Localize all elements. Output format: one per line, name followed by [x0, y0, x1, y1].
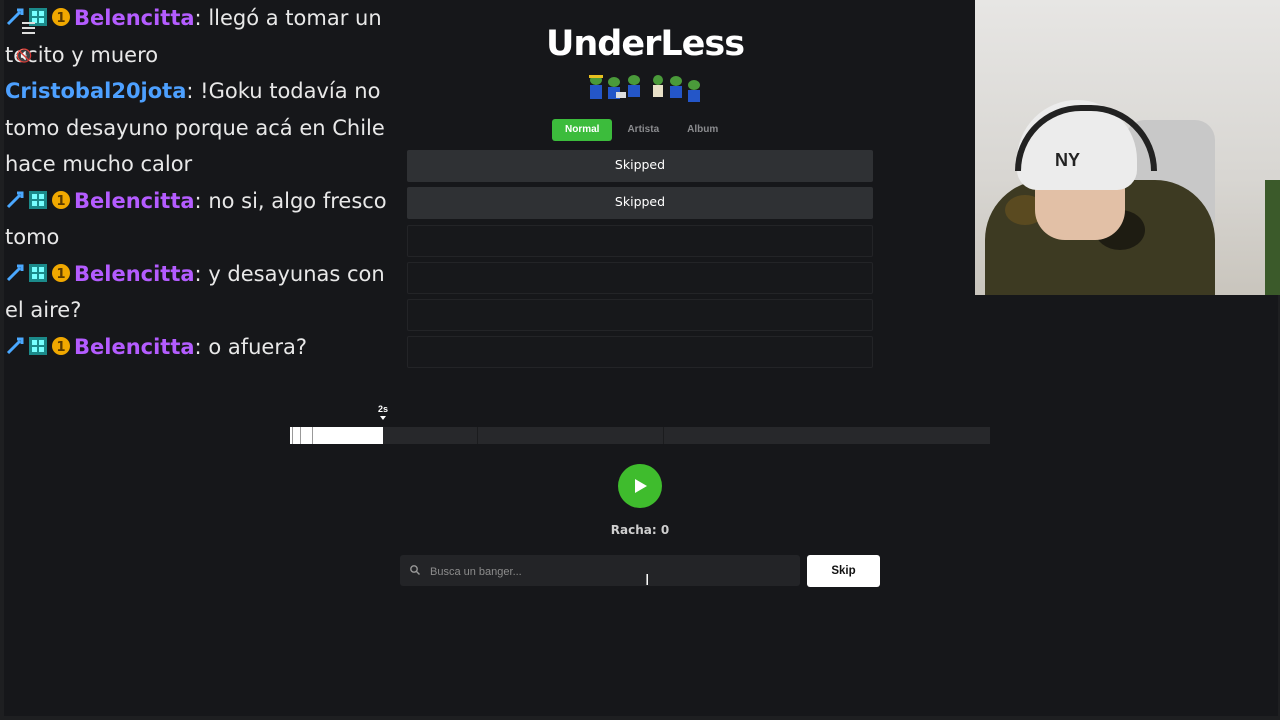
- search-icon: [410, 565, 420, 575]
- subscriber-badge-icon: [29, 190, 47, 209]
- guess-slot: [407, 336, 873, 368]
- svg-text:1: 1: [56, 267, 65, 282]
- gift-badge-icon: 1: [52, 336, 70, 355]
- gift-badge-icon: 1: [52, 263, 70, 282]
- streak-counter: Racha: 0: [610, 523, 670, 537]
- menu-icon[interactable]: [16, 14, 40, 42]
- audio-progress-fill: [290, 427, 384, 444]
- chat-message: 1 Belencitta: y desayunas con el aire?: [5, 256, 400, 329]
- time-marker-pointer: [380, 416, 386, 420]
- tab-artista[interactable]: Artista: [614, 119, 672, 141]
- chat-username[interactable]: Belencitta: [74, 6, 195, 30]
- svg-text:1: 1: [56, 194, 65, 209]
- webcam-feed: NY: [975, 0, 1280, 295]
- sword-badge-icon: [6, 337, 24, 354]
- segment-divider: [292, 427, 293, 444]
- subscriber-badge-icon: [29, 263, 47, 282]
- chat-separator: :: [194, 261, 209, 286]
- guess-slot: [407, 299, 873, 331]
- chat-overlay: 1 Belencitta: llegó a tomar un tecito y m…: [5, 0, 400, 365]
- chat-username[interactable]: Cristobal20jota: [5, 79, 186, 103]
- segment-divider: [312, 427, 313, 444]
- chat-message: Cristobal20jota: !Goku todavía no tomo d…: [5, 73, 400, 183]
- segment-divider: [300, 427, 301, 444]
- gift-badge-icon: 1: [52, 190, 70, 209]
- tab-normal[interactable]: Normal: [552, 119, 613, 141]
- search-input[interactable]: [428, 555, 792, 588]
- chat-message: 1 Belencitta: o afuera?: [5, 329, 400, 366]
- play-icon: [635, 479, 647, 493]
- gift-badge-icon: 1: [52, 8, 70, 26]
- subscriber-badge-icon: [29, 336, 47, 355]
- skip-button[interactable]: Skip: [807, 555, 880, 587]
- play-button[interactable]: [618, 464, 662, 508]
- chat-separator: :: [194, 334, 209, 359]
- guess-slot: [407, 262, 873, 294]
- search-box: [400, 555, 800, 588]
- svg-text:1: 1: [56, 340, 65, 355]
- chat-message: 1 Belencitta: no si, algo fresco tomo: [5, 183, 400, 256]
- tab-album[interactable]: Album: [674, 119, 731, 141]
- text-cursor-icon: I: [645, 572, 650, 589]
- chat-username[interactable]: Belencitta: [74, 189, 195, 213]
- mascot-icons: [589, 75, 700, 102]
- chat-separator: :: [186, 79, 201, 103]
- chat-text: o afuera?: [208, 334, 307, 359]
- chat-username[interactable]: Belencitta: [74, 262, 195, 286]
- mute-icon[interactable]: 🔇: [16, 48, 40, 72]
- segment-divider: [663, 427, 664, 444]
- chat-message: 1 Belencitta: llegó a tomar un tecito y m…: [5, 0, 400, 73]
- audio-progress-bar[interactable]: [290, 427, 990, 444]
- chat-separator: :: [194, 188, 209, 213]
- sword-badge-icon: [6, 264, 24, 281]
- chat-username[interactable]: Belencitta: [74, 335, 195, 359]
- svg-text:1: 1: [56, 11, 65, 26]
- chat-separator: :: [194, 6, 209, 30]
- guess-slot: [407, 225, 873, 257]
- guess-slot: Skipped: [407, 187, 873, 219]
- time-marker-label: 2s: [377, 404, 388, 414]
- mode-tabs: Normal Artista Album: [552, 119, 733, 141]
- segment-divider: [477, 427, 478, 444]
- sword-badge-icon: [6, 191, 24, 208]
- app-title: UnderLess: [545, 24, 745, 64]
- guess-slot: Skipped: [407, 150, 873, 182]
